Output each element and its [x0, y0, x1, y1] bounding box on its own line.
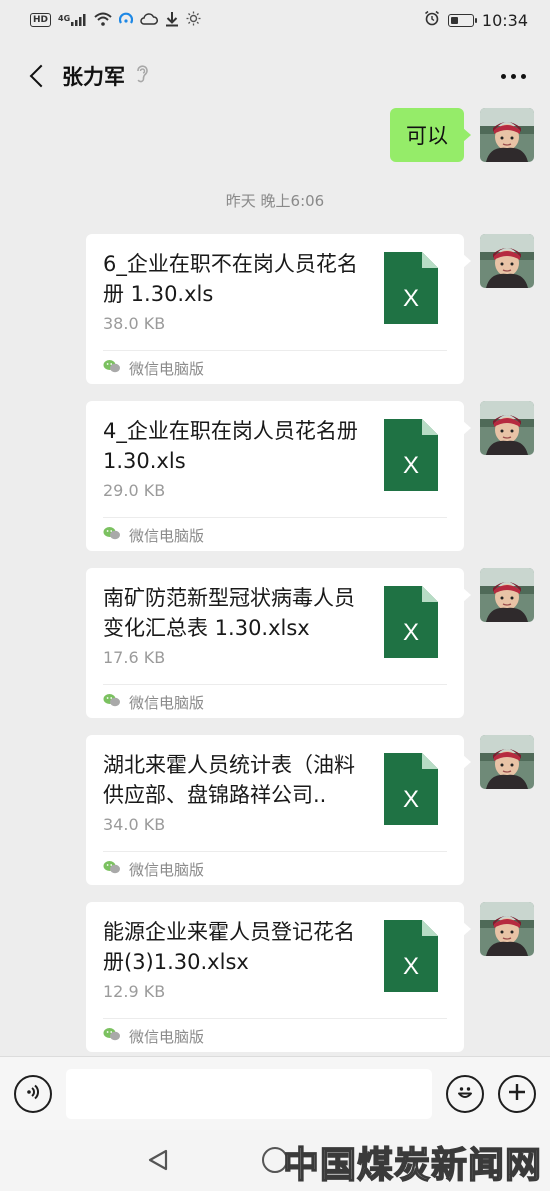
- ear-icon: [135, 64, 149, 89]
- hd-icon: HD: [30, 13, 52, 27]
- triangle-back-icon[interactable]: [146, 1148, 170, 1172]
- voice-icon: [23, 1082, 43, 1106]
- wechat-logo-icon: [103, 1027, 121, 1045]
- avatar[interactable]: [480, 902, 534, 956]
- file-name: 4_企业在职在岗人员花名册 1.30.xls: [103, 419, 358, 473]
- voice-button[interactable]: [14, 1074, 52, 1113]
- file-size: 34.0 KB: [103, 815, 166, 834]
- file-name: 湖北来霍人员统计表（油料供应部、盘锦路祥公司..: [103, 753, 355, 807]
- file-name: 南矿防范新型冠状病毒人员变化汇总表 1.30.xlsx: [103, 586, 355, 640]
- file-source-label: 微信电脑版: [129, 693, 205, 712]
- file-size: 29.0 KB: [103, 481, 166, 500]
- signal-icon: 4G: [58, 14, 87, 26]
- wechat-logo-icon: [103, 860, 121, 878]
- download-icon: [165, 11, 179, 30]
- file-message-card[interactable]: 南矿防范新型冠状病毒人员变化汇总表 1.30.xlsx 17.6 KB X 微信电脑版: [86, 568, 471, 718]
- card-divider: [103, 1018, 447, 1019]
- file-source: 微信电脑版: [103, 523, 204, 547]
- watermark: 中国煤炭新闻网: [282, 1143, 542, 1187]
- file-type-letter: X: [403, 786, 419, 813]
- wechat-logo-icon: [103, 693, 121, 711]
- file-size: 17.6 KB: [103, 648, 166, 667]
- back-button[interactable]: [20, 56, 54, 96]
- file-source: 微信电脑版: [103, 1024, 204, 1048]
- file-message-card[interactable]: 6_企业在职不在岗人员花名册 1.30.xls 38.0 KB X 微信电脑版: [86, 234, 471, 384]
- file-source-label: 微信电脑版: [129, 359, 205, 378]
- file-source-label: 微信电脑版: [129, 860, 205, 879]
- system-nav-bar: 中国煤炭新闻网: [0, 1130, 550, 1191]
- file-source: 微信电脑版: [103, 690, 204, 714]
- avatar[interactable]: [480, 735, 534, 789]
- file-type-letter: X: [403, 452, 419, 479]
- message-timestamp: 昨天 晚上6:06: [225, 192, 325, 210]
- file-source-label: 微信电脑版: [129, 526, 205, 545]
- file-message-card[interactable]: 4_企业在职在岗人员花名册 1.30.xls 29.0 KB X 微信电脑版: [86, 401, 471, 551]
- file-size: 38.0 KB: [103, 314, 166, 333]
- status-right-icons: 10:34: [424, 10, 528, 30]
- card-divider: [103, 851, 447, 852]
- chevron-left-icon: [29, 64, 53, 88]
- file-size: 12.9 KB: [103, 982, 166, 1001]
- input-actions: [446, 1074, 536, 1113]
- file-name: 6_企业在职不在岗人员花名册 1.30.xls: [103, 252, 358, 306]
- wifi-icon: [94, 12, 112, 29]
- message-input[interactable]: [66, 1068, 432, 1119]
- status-time: 10:34: [481, 10, 528, 30]
- excel-file-icon: X: [384, 586, 438, 658]
- sent-text-bubble[interactable]: 可以: [390, 108, 471, 162]
- alarm-icon: [424, 10, 440, 30]
- network-type-label: 4G: [58, 14, 71, 23]
- message-list[interactable]: 可以 昨天 晚上6:06 6_企业在职不在岗人员花名册 1.30.xls 38.0…: [0, 96, 550, 1056]
- file-source-label: 微信电脑版: [129, 1027, 205, 1046]
- avatar[interactable]: [480, 234, 534, 288]
- emoji-icon: [454, 1081, 476, 1107]
- contact-name: 张力军: [62, 65, 125, 89]
- status-bar: HD 4G 10:34: [0, 0, 550, 40]
- file-type-letter: X: [403, 285, 419, 312]
- avatar[interactable]: [480, 568, 534, 622]
- card-divider: [103, 517, 447, 518]
- file-name: 能源企业来霍人员登记花名册(3)1.30.xlsx: [103, 920, 355, 974]
- avatar[interactable]: [480, 401, 534, 455]
- file-source: 微信电脑版: [103, 857, 204, 881]
- hotspot-icon: [119, 12, 134, 29]
- wechat-logo-icon: [103, 359, 121, 377]
- file-type-letter: X: [403, 953, 419, 980]
- status-left-icons: HD 4G: [30, 11, 201, 30]
- card-divider: [103, 350, 447, 351]
- excel-file-icon: X: [384, 753, 438, 825]
- excel-file-icon: X: [384, 920, 438, 992]
- battery-icon: [447, 13, 477, 27]
- brightness-icon: [186, 11, 201, 29]
- message-text: 可以: [406, 124, 448, 148]
- card-divider: [103, 684, 447, 685]
- emoji-button[interactable]: [446, 1074, 484, 1113]
- file-message-card[interactable]: 能源企业来霍人员登记花名册(3)1.30.xlsx 12.9 KB X 微信电脑版: [86, 902, 471, 1052]
- excel-file-icon: X: [384, 252, 438, 324]
- file-message-card[interactable]: 湖北来霍人员统计表（油料供应部、盘锦路祥公司.. 34.0 KB X 微信电脑版: [86, 735, 471, 885]
- plus-icon: [507, 1082, 527, 1106]
- excel-file-icon: X: [384, 419, 438, 491]
- cloud-icon: [140, 12, 159, 28]
- input-bar: [0, 1056, 550, 1130]
- avatar[interactable]: [480, 108, 534, 162]
- wechat-logo-icon: [103, 526, 121, 544]
- plus-button[interactable]: [498, 1074, 536, 1113]
- file-source: 微信电脑版: [103, 356, 204, 380]
- file-type-letter: X: [403, 619, 419, 646]
- more-dots-icon[interactable]: [497, 64, 530, 89]
